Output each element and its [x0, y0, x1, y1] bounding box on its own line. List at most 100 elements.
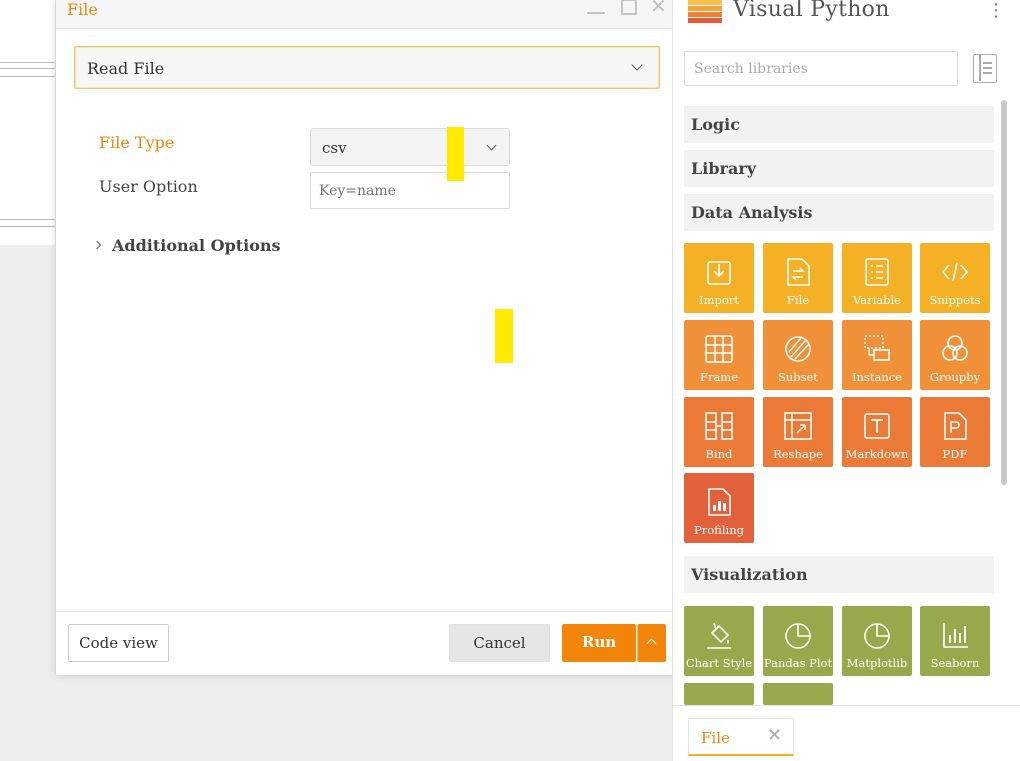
app-subset[interactable]: Subset	[763, 320, 833, 390]
app-label: Instance	[852, 370, 902, 384]
cancel-button[interactable]: Cancel	[449, 624, 550, 662]
divider	[0, 226, 56, 227]
app-profiling[interactable]: Profiling	[684, 473, 754, 543]
app-tile-partial[interactable]	[763, 683, 833, 705]
highlight-marker	[495, 309, 513, 363]
scrollbar[interactable]	[1001, 100, 1007, 485]
app-chart-style[interactable]: Chart Style	[684, 606, 754, 676]
category-library[interactable]: Library	[684, 150, 994, 187]
app-label: Profiling	[694, 523, 744, 537]
close-icon[interactable]: ✕	[650, 0, 667, 16]
bar-chart-icon	[943, 623, 968, 648]
markdown-icon	[864, 413, 890, 439]
app-file[interactable]: File	[763, 243, 833, 313]
visual-python-panel: Visual Python ⋮ Logic Library Data Analy…	[672, 0, 1020, 761]
tab-label: File	[701, 729, 730, 747]
function-select-value: Read File	[87, 59, 165, 78]
category-visualization[interactable]: Visualization	[684, 556, 994, 593]
bind-icon	[705, 412, 733, 440]
app-label: Bind	[705, 447, 733, 461]
app-label: PDF	[942, 447, 968, 461]
import-icon	[707, 261, 731, 285]
app-label: Matplotlib	[846, 656, 908, 670]
user-option-input[interactable]	[310, 172, 510, 209]
app-label: Variable	[853, 293, 901, 307]
app-pandas-plot[interactable]: Pandas Plot	[763, 606, 833, 676]
additional-options-label: Additional Options	[112, 235, 281, 255]
app-markdown[interactable]: Markdown	[842, 397, 912, 467]
more-menu-icon[interactable]: ⋮	[987, 0, 1005, 21]
divider	[0, 76, 56, 77]
divider	[0, 68, 56, 69]
chevron-down-icon	[486, 140, 497, 151]
dialog-header[interactable]: File ✕	[56, 0, 678, 29]
chevron-up-icon	[646, 638, 657, 649]
groupby-icon	[942, 335, 968, 361]
function-select[interactable]: Read File	[74, 46, 660, 89]
app-label: Seaborn	[930, 656, 980, 670]
divider	[0, 62, 56, 63]
app-label: Subset	[778, 370, 818, 384]
user-option-label: User Option	[99, 177, 198, 196]
file-type-value: csv	[322, 139, 347, 157]
app-snippets[interactable]: Snippets	[920, 243, 990, 313]
pie-chart-icon	[785, 623, 811, 649]
paint-bucket-icon	[707, 622, 731, 649]
dialog-footer: Code view Cancel Run	[56, 611, 678, 675]
app-instance[interactable]: Instance	[842, 320, 912, 390]
app-label: Markdown	[845, 447, 909, 461]
instance-icon	[864, 335, 890, 361]
app-tile-partial[interactable]	[684, 683, 754, 705]
chevron-down-icon	[631, 59, 643, 71]
grid-icon	[705, 335, 733, 363]
close-icon[interactable]: ✕	[767, 725, 782, 746]
pie-chart-icon	[864, 623, 890, 649]
variable-icon	[865, 258, 889, 286]
app-variable[interactable]: Variable	[842, 243, 912, 313]
app-label: Reshape	[773, 447, 823, 461]
app-label: Pandas Plot	[763, 656, 833, 670]
app-label: Frame	[699, 370, 739, 384]
app-reshape[interactable]: Reshape	[763, 397, 833, 467]
app-label: File	[786, 293, 810, 307]
minimize-icon[interactable]	[587, 0, 605, 14]
chevron-right-icon	[92, 240, 102, 250]
highlight-marker	[447, 127, 464, 181]
note-icon[interactable]	[973, 54, 997, 83]
file-type-label: File Type	[99, 133, 175, 152]
category-logic[interactable]: Logic	[684, 106, 994, 143]
maximize-icon[interactable]	[621, 0, 637, 15]
file-dialog: File ✕ Read File File Type csv User Opti…	[55, 0, 679, 675]
tab-file[interactable]: File ✕	[688, 718, 794, 756]
profiling-icon	[708, 488, 731, 516]
search-libraries-input[interactable]	[684, 51, 958, 86]
code-view-button[interactable]: Code view	[68, 624, 169, 662]
divider	[0, 219, 56, 220]
visual-python-logo-icon	[688, 0, 722, 24]
run-options-button[interactable]	[637, 624, 666, 662]
dialog-title: File	[67, 0, 98, 19]
app-seaborn[interactable]: Seaborn	[920, 606, 990, 676]
reshape-icon	[784, 412, 812, 440]
notebook-background-panel	[0, 0, 56, 245]
app-label: Groupby	[929, 370, 981, 384]
run-button[interactable]: Run	[562, 624, 636, 662]
app-label: Snippets	[929, 293, 981, 307]
app-bind[interactable]: Bind	[684, 397, 754, 467]
panel-title: Visual Python	[733, 0, 890, 22]
additional-options-toggle[interactable]: Additional Options	[92, 235, 281, 255]
app-groupby[interactable]: Groupby	[920, 320, 990, 390]
category-data-analysis[interactable]: Data Analysis	[684, 194, 994, 231]
app-matplotlib[interactable]: Matplotlib	[842, 606, 912, 676]
app-import[interactable]: Import	[684, 243, 754, 313]
app-label: Import	[699, 293, 739, 307]
file-icon	[787, 258, 810, 286]
subset-icon	[785, 336, 811, 362]
app-pdf[interactable]: PDF	[920, 397, 990, 467]
open-tabs-bar: File ✕	[673, 705, 1020, 761]
code-icon	[941, 262, 969, 282]
app-label: Chart Style	[685, 656, 753, 670]
file-type-select[interactable]: csv	[310, 128, 510, 166]
pdf-icon	[944, 412, 967, 440]
app-frame[interactable]: Frame	[684, 320, 754, 390]
